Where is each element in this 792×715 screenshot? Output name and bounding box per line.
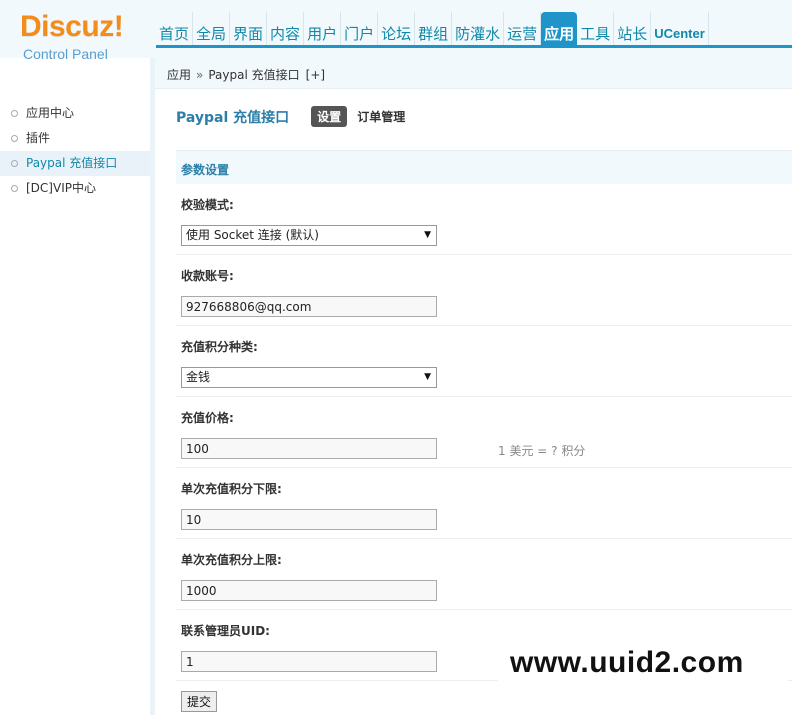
- nav-interface[interactable]: 界面: [230, 12, 268, 47]
- bullet-icon: [11, 135, 18, 142]
- sidebar-item-label: [DC]VIP中心: [26, 181, 96, 195]
- nav-groups[interactable]: 群组: [415, 12, 453, 47]
- section-title: 参数设置: [181, 163, 230, 177]
- verify-mode-select[interactable]: 使用 Socket 连接 (默认) ▼: [181, 225, 437, 246]
- tab-bar: 设置 订单管理: [311, 106, 415, 127]
- logo[interactable]: Discuz! Control Panel: [20, 10, 124, 63]
- main-content: Paypal 充值接口 设置 订单管理 参数设置 校验模式: 使用 Socket…: [155, 89, 792, 715]
- price-input[interactable]: [181, 438, 437, 459]
- nav-webmaster[interactable]: 站长: [614, 12, 652, 47]
- nav-forum[interactable]: 论坛: [378, 12, 416, 47]
- breadcrumb-current: Paypal 充值接口: [208, 68, 300, 82]
- credit-type-select[interactable]: 金钱 ▼: [181, 367, 437, 388]
- nav-tools[interactable]: 工具: [577, 12, 615, 47]
- nav-home[interactable]: 首页: [156, 12, 194, 47]
- bullet-icon: [11, 110, 18, 117]
- sidebar-item-paypal[interactable]: Paypal 充值接口: [0, 151, 150, 176]
- field-verify-mode: 校验模式: 使用 Socket 连接 (默认) ▼: [176, 184, 792, 255]
- sidebar-item-label: 插件: [26, 131, 51, 145]
- sidebar: 应用中心 插件 Paypal 充值接口 [DC]VIP中心: [0, 88, 150, 715]
- nav-portal[interactable]: 门户: [341, 12, 379, 47]
- nav-users[interactable]: 用户: [304, 12, 342, 47]
- logo-subtitle: Control Panel: [23, 46, 108, 62]
- bullet-icon: [11, 160, 18, 167]
- field-label: 单次充值积分下限:: [181, 482, 282, 496]
- tab-settings[interactable]: 设置: [311, 106, 348, 127]
- nav-apps[interactable]: 应用: [541, 12, 578, 47]
- logo-brand: Discuz!: [20, 10, 124, 43]
- min-credit-input[interactable]: [181, 509, 437, 530]
- sidebar-item-vip-center[interactable]: [DC]VIP中心: [0, 176, 150, 201]
- field-label: 校验模式:: [181, 198, 234, 212]
- submit-button[interactable]: 提交: [181, 691, 217, 712]
- price-hint: 1 美元 = ? 积分: [498, 444, 586, 458]
- breadcrumb-root[interactable]: 应用: [167, 68, 191, 82]
- receiver-account-input[interactable]: [181, 296, 437, 317]
- breadcrumb: 应用 » Paypal 充值接口 [+]: [167, 66, 325, 83]
- field-label: 联系管理员UID:: [181, 624, 270, 638]
- nav-content[interactable]: 内容: [267, 12, 305, 47]
- dropdown-arrow-icon: ▼: [424, 230, 431, 240]
- field-price: 充值价格: 1 美元 = ? 积分: [176, 397, 792, 468]
- field-label: 单次充值积分上限:: [181, 553, 282, 567]
- nav-global[interactable]: 全局: [193, 12, 231, 47]
- bullet-icon: [11, 185, 18, 192]
- nav-anti-spam[interactable]: 防灌水: [452, 12, 505, 47]
- select-value: 金钱: [186, 370, 211, 384]
- select-value: 使用 Socket 连接 (默认): [186, 228, 319, 242]
- field-min-credit: 单次充值积分下限:: [176, 468, 792, 539]
- field-receiver-account: 收款账号:: [176, 255, 792, 326]
- watermark: www.uuid2.com: [498, 636, 788, 690]
- header: Discuz! Control Panel 首页 全局 界面 内容 用户 门户 …: [0, 0, 792, 62]
- nav-operation[interactable]: 运营: [504, 12, 542, 47]
- field-label: 收款账号:: [181, 269, 234, 283]
- max-credit-input[interactable]: [181, 580, 437, 601]
- sidebar-item-label: 应用中心: [26, 106, 75, 120]
- dropdown-arrow-icon: ▼: [424, 372, 431, 382]
- tab-orders[interactable]: 订单管理: [351, 106, 411, 127]
- sidebar-item-label: Paypal 充值接口: [26, 156, 118, 170]
- watermark-text: www.uuid2.com: [510, 646, 744, 679]
- breadcrumb-bar: 应用 » Paypal 充值接口 [+]: [155, 58, 792, 89]
- section-header: 参数设置: [176, 150, 792, 184]
- title-row: Paypal 充值接口 设置 订单管理: [176, 106, 415, 127]
- admin-uid-input[interactable]: [181, 651, 437, 672]
- top-nav: 首页 全局 界面 内容 用户 门户 论坛 群组 防灌水 运营 应用 工具 站长 …: [156, 12, 709, 47]
- page-title: Paypal 充值接口: [176, 109, 290, 126]
- breadcrumb-separator: »: [196, 68, 204, 82]
- add-shortcut-link[interactable]: [+]: [306, 68, 325, 82]
- field-label: 充值价格:: [181, 411, 234, 425]
- sidebar-item-app-center[interactable]: 应用中心: [0, 101, 150, 126]
- field-label: 充值积分种类:: [181, 340, 258, 354]
- nav-ucenter[interactable]: UCenter: [651, 12, 709, 47]
- nav-underline: [156, 45, 792, 48]
- field-credit-type: 充值积分种类: 金钱 ▼: [176, 326, 792, 397]
- sidebar-item-plugins[interactable]: 插件: [0, 126, 150, 151]
- field-max-credit: 单次充值积分上限:: [176, 539, 792, 610]
